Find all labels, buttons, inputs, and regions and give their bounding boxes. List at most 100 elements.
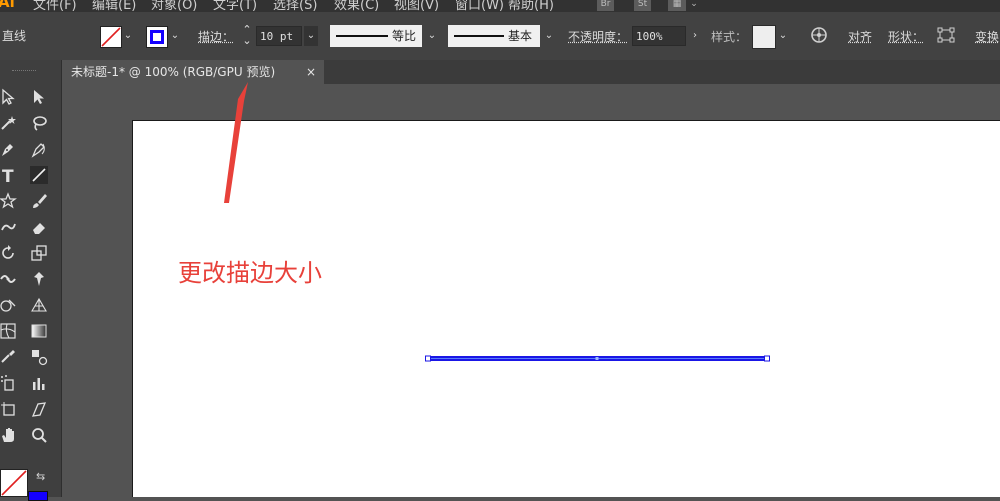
lasso-tool[interactable]	[27, 112, 51, 134]
curvature-tool[interactable]	[27, 138, 51, 160]
gradient-icon	[31, 324, 47, 338]
stroke-swatch[interactable]	[146, 26, 168, 48]
perspective-grid-icon	[31, 297, 47, 312]
type-icon: T	[2, 167, 14, 184]
style-label: 样式：	[711, 30, 748, 44]
brush-definition[interactable]: 基本	[448, 25, 540, 47]
shape-label[interactable]: 形状：	[888, 28, 924, 45]
opacity-input[interactable]: 100%	[632, 26, 686, 46]
menu-view[interactable]: 视图(V)	[394, 0, 439, 12]
shape-builder-icon	[0, 299, 16, 312]
column-graph-icon	[33, 378, 45, 390]
shape-builder-tool[interactable]	[0, 294, 20, 316]
menu-help[interactable]: 帮助(H)	[508, 0, 554, 12]
curvature-icon	[31, 143, 45, 158]
eraser-tool[interactable]	[27, 216, 51, 238]
bounding-box-icon[interactable]	[937, 27, 955, 43]
transform-link[interactable]: 变换	[975, 28, 999, 45]
stroke-weight-stepper[interactable]: ⌃ ⌄	[240, 24, 254, 50]
direct-selection-icon	[34, 90, 44, 104]
zoom-tool[interactable]	[27, 424, 51, 446]
profile-dropdown-chevron[interactable]: ⌄	[425, 26, 439, 46]
fill-dropdown-chevron[interactable]: ⌄	[121, 26, 135, 46]
direct-selection-tool[interactable]	[27, 86, 51, 108]
menu-edit[interactable]: 编辑(E)	[92, 0, 136, 12]
variable-width-profile[interactable]: 等比	[330, 25, 422, 47]
menu-type[interactable]: 文字(T)	[213, 0, 257, 12]
close-icon[interactable]: ×	[306, 60, 316, 84]
perspective-grid-tool[interactable]	[27, 294, 51, 316]
width-icon	[0, 275, 16, 283]
menu-effect[interactable]: 效果(C)	[334, 0, 379, 12]
brush-dropdown-chevron[interactable]: ⌄	[542, 26, 556, 46]
swap-fill-stroke-icon[interactable]: ⇆	[36, 470, 45, 483]
stroke-label[interactable]: 描边：	[198, 28, 234, 45]
eyedropper-tool[interactable]	[0, 346, 20, 368]
no-fill-icon	[1, 470, 27, 496]
puppet-warp-tool[interactable]	[27, 268, 51, 290]
document-tab[interactable]: 未标题-1* @ 100% (RGB/GPU 预览) ×	[62, 60, 324, 84]
line-segment-tool[interactable]	[27, 164, 51, 186]
graphic-style-swatch[interactable]	[752, 25, 776, 49]
menu-object[interactable]: 对象(O)	[151, 0, 197, 12]
symbol-sprayer-icon	[1, 375, 14, 391]
style-dropdown-chevron[interactable]: ⌄	[776, 26, 790, 46]
document-tab-bar: 未标题-1* @ 100% (RGB/GPU 预览) ×	[62, 60, 1000, 84]
magic-wand-icon	[1, 116, 16, 130]
magic-wand-tool[interactable]	[0, 112, 20, 134]
tools-panel: T ⇆	[0, 60, 62, 501]
type-tool[interactable]: T	[0, 164, 20, 186]
stock-icon[interactable]: St	[634, 0, 651, 11]
shaper-tool[interactable]	[0, 216, 20, 238]
paintbrush-icon	[33, 194, 47, 208]
artboard[interactable]	[132, 120, 1000, 497]
width-tool[interactable]	[0, 268, 20, 290]
brush-line-icon	[454, 35, 504, 37]
workspace-layout-icon[interactable]: ▦	[668, 0, 686, 11]
no-fill-icon	[101, 27, 121, 47]
column-graph-tool[interactable]	[27, 372, 51, 394]
menu-select[interactable]: 选择(S)	[273, 0, 317, 12]
line-segment-icon	[30, 166, 48, 184]
stroke-weight-dropdown[interactable]: ⌄	[304, 26, 318, 46]
menu-file[interactable]: 文件(F)	[33, 0, 77, 12]
stroke-color-box[interactable]	[28, 491, 48, 501]
selection-tool[interactable]	[0, 86, 20, 108]
recolor-artwork-icon[interactable]	[810, 26, 828, 44]
stroke-color-icon	[150, 30, 164, 44]
selection-icon	[2, 88, 15, 105]
hand-tool[interactable]	[0, 424, 20, 446]
blend-icon	[32, 350, 48, 366]
paintbrush-tool[interactable]	[27, 190, 51, 212]
scale-tool[interactable]	[27, 242, 51, 264]
menu-window[interactable]: 窗口(W)	[455, 0, 504, 12]
chevron-right-icon[interactable]: ›	[688, 26, 702, 46]
star-tool[interactable]	[0, 190, 20, 212]
chevron-down-icon[interactable]: ⌄	[688, 0, 700, 11]
panel-grip[interactable]	[12, 70, 36, 73]
gradient-tool[interactable]	[27, 320, 51, 342]
profile-line-icon	[336, 35, 388, 37]
fill-swatch[interactable]	[100, 26, 122, 48]
align-link[interactable]: 对齐	[848, 28, 872, 45]
pen-tool[interactable]	[0, 138, 20, 160]
slice-tool[interactable]	[27, 398, 51, 420]
fill-color-box[interactable]	[0, 469, 28, 497]
hand-icon	[2, 428, 14, 442]
scale-icon	[31, 245, 47, 261]
bridge-icon[interactable]: Br	[597, 0, 614, 11]
tool-name-label: 直线	[2, 29, 27, 43]
blend-tool[interactable]	[27, 346, 51, 368]
stroke-weight-input[interactable]: 10 pt	[256, 26, 302, 46]
stroke-dropdown-chevron[interactable]: ⌄	[168, 26, 182, 46]
artboard-icon	[1, 402, 15, 416]
rotate-tool[interactable]	[0, 242, 20, 264]
mesh-tool[interactable]	[0, 320, 20, 342]
symbol-sprayer-tool[interactable]	[0, 372, 20, 394]
menu-bar: Ai 文件(F) 编辑(E) 对象(O) 文字(T) 选择(S) 效果(C) 视…	[0, 0, 1000, 12]
puppet-warp-icon	[34, 272, 44, 286]
artboard-tool[interactable]	[0, 398, 20, 420]
brush-label: 基本	[508, 29, 533, 43]
annotation-text: 更改描边大小	[178, 259, 322, 287]
opacity-label[interactable]: 不透明度：	[568, 28, 628, 45]
